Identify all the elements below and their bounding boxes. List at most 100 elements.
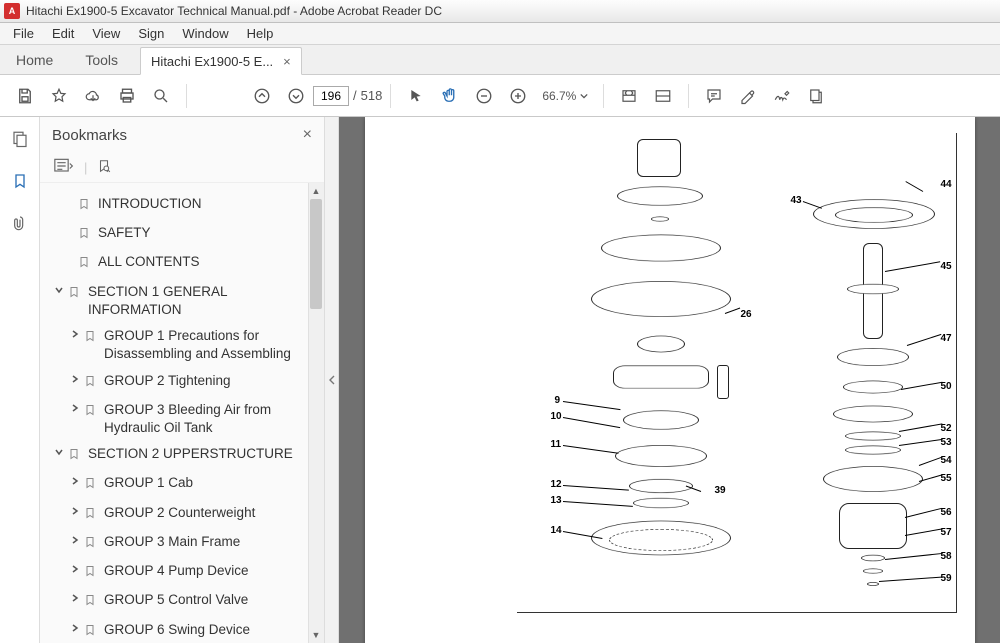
- bookmark-item[interactable]: SAFETY: [48, 220, 320, 249]
- chevron-down-icon[interactable]: [52, 447, 66, 457]
- callout-45: 45: [941, 261, 952, 272]
- menu-sign[interactable]: Sign: [129, 24, 173, 43]
- star-icon[interactable]: [44, 81, 74, 111]
- page-separator: /: [353, 88, 357, 103]
- bookmark-label: GROUP 2 Tightening: [104, 372, 316, 390]
- bookmark-label: GROUP 3 Main Frame: [104, 533, 316, 551]
- bookmarks-panel: Bookmarks × | INTRODUCTION SAFETY ALL CONT…: [40, 117, 325, 643]
- callout-13: 13: [551, 495, 562, 506]
- callout-52: 52: [941, 423, 952, 434]
- share-icon[interactable]: [801, 81, 831, 111]
- highlight-icon[interactable]: [733, 81, 763, 111]
- thumbnails-icon[interactable]: [8, 127, 32, 151]
- chevron-right-icon[interactable]: [68, 374, 82, 384]
- callout-43: 43: [791, 195, 802, 206]
- chevron-right-icon[interactable]: [68, 593, 82, 603]
- callout-59: 59: [941, 573, 952, 584]
- find-bookmark-icon[interactable]: [97, 157, 111, 178]
- collapse-panel-icon[interactable]: [325, 117, 339, 643]
- callout-9: 9: [555, 395, 561, 406]
- ribbon-icon: [68, 447, 82, 466]
- bookmark-label: GROUP 1 Cab: [104, 474, 316, 492]
- save-icon[interactable]: [10, 81, 40, 111]
- page-up-icon[interactable]: [247, 81, 277, 111]
- menu-window[interactable]: Window: [173, 24, 237, 43]
- zoom-level[interactable]: 66.7%: [535, 86, 595, 106]
- callout-44: 44: [941, 179, 952, 190]
- chevron-right-icon[interactable]: [68, 623, 82, 633]
- ribbon-icon: [78, 226, 92, 245]
- tab-home[interactable]: Home: [0, 45, 69, 74]
- zoom-out-icon[interactable]: [469, 81, 499, 111]
- page-total: 518: [361, 88, 383, 103]
- chevron-down-icon[interactable]: [52, 285, 66, 295]
- bookmark-label: SECTION 1 GENERAL INFORMATION: [88, 283, 316, 319]
- page-canvas: 9 10 11 12 13 14 26 39 43 44: [365, 117, 975, 643]
- bookmark-item[interactable]: GROUP 1 Cab: [48, 470, 320, 499]
- scroll-up-icon[interactable]: ▲: [309, 184, 323, 198]
- options-icon[interactable]: [54, 158, 74, 177]
- ribbon-icon: [84, 623, 98, 642]
- ribbon-icon: [84, 506, 98, 525]
- chevron-right-icon[interactable]: [68, 329, 82, 339]
- page-down-icon[interactable]: [281, 81, 311, 111]
- bookmark-label: SECTION 2 UPPERSTRUCTURE: [88, 445, 316, 463]
- hand-tool-icon[interactable]: [435, 81, 465, 111]
- chevron-right-icon[interactable]: [68, 476, 82, 486]
- print-icon[interactable]: [112, 81, 142, 111]
- cloud-icon[interactable]: [78, 81, 108, 111]
- callout-47: 47: [941, 333, 952, 344]
- bookmark-label: SAFETY: [98, 224, 316, 242]
- app-icon: A: [4, 3, 20, 19]
- bookmark-item[interactable]: SECTION 1 GENERAL INFORMATION: [48, 279, 320, 323]
- ribbon-icon: [84, 476, 98, 495]
- callout-39: 39: [715, 485, 726, 496]
- menu-file[interactable]: File: [4, 24, 43, 43]
- bookmark-item[interactable]: GROUP 3 Bleeding Air from Hydraulic Oil …: [48, 397, 320, 441]
- attachments-icon[interactable]: [8, 211, 32, 235]
- document-viewport[interactable]: 9 10 11 12 13 14 26 39 43 44: [339, 117, 1000, 643]
- bookmark-item[interactable]: INTRODUCTION: [48, 191, 320, 220]
- ribbon-icon: [84, 564, 98, 583]
- chevron-right-icon[interactable]: [68, 564, 82, 574]
- chevron-right-icon[interactable]: [68, 535, 82, 545]
- bookmarks-icon[interactable]: [8, 169, 32, 193]
- chevron-right-icon[interactable]: [68, 506, 82, 516]
- bookmark-item[interactable]: GROUP 3 Main Frame: [48, 529, 320, 558]
- bookmark-item[interactable]: GROUP 4 Pump Device: [48, 558, 320, 587]
- scroll-down-icon[interactable]: ▼: [309, 628, 323, 642]
- chevron-right-icon[interactable]: [68, 403, 82, 413]
- comment-icon[interactable]: [699, 81, 729, 111]
- tab-document-label: Hitachi Ex1900-5 E...: [151, 54, 273, 69]
- bookmark-item[interactable]: SECTION 2 UPPERSTRUCTURE: [48, 441, 320, 470]
- select-tool-icon[interactable]: [401, 81, 431, 111]
- callout-54: 54: [941, 455, 952, 466]
- bookmark-item[interactable]: GROUP 2 Counterweight: [48, 500, 320, 529]
- search-icon[interactable]: [146, 81, 176, 111]
- tab-close-icon[interactable]: ×: [283, 54, 291, 69]
- side-rail: [0, 117, 40, 643]
- close-panel-icon[interactable]: ×: [303, 126, 312, 144]
- bookmark-item[interactable]: GROUP 5 Control Valve: [48, 587, 320, 616]
- tab-tools[interactable]: Tools: [69, 45, 134, 74]
- tab-document[interactable]: Hitachi Ex1900-5 E... ×: [140, 47, 302, 75]
- bookmarks-header: Bookmarks ×: [40, 117, 324, 153]
- menu-edit[interactable]: Edit: [43, 24, 83, 43]
- zoom-in-icon[interactable]: [503, 81, 533, 111]
- fit-page-icon[interactable]: [648, 81, 678, 111]
- bookmark-item[interactable]: GROUP 2 Tightening: [48, 368, 320, 397]
- bookmark-label: GROUP 2 Counterweight: [104, 504, 316, 522]
- menu-view[interactable]: View: [83, 24, 129, 43]
- scrollbar[interactable]: ▲ ▼: [308, 183, 324, 643]
- menu-help[interactable]: Help: [238, 24, 283, 43]
- page-number-input[interactable]: [313, 86, 349, 106]
- callout-11: 11: [551, 439, 562, 450]
- scroll-thumb[interactable]: [310, 199, 322, 309]
- bookmark-item[interactable]: GROUP 1 Precautions for Disassembling an…: [48, 323, 320, 367]
- bookmark-item[interactable]: GROUP 6 Swing Device: [48, 617, 320, 643]
- workspace: Bookmarks × | INTRODUCTION SAFETY ALL CONT…: [0, 117, 1000, 643]
- bookmarks-toolbar: |: [40, 153, 324, 183]
- bookmark-item[interactable]: ALL CONTENTS: [48, 249, 320, 278]
- fit-width-icon[interactable]: [614, 81, 644, 111]
- sign-icon[interactable]: [767, 81, 797, 111]
